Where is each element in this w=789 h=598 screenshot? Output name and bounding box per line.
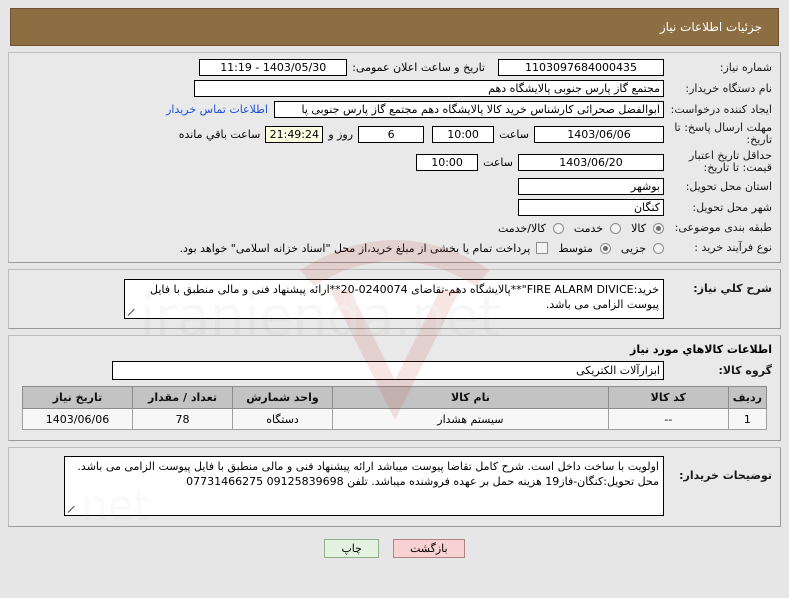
goods-section-title: اطلاعات كالاهاي مورد نياز [630, 343, 772, 356]
price-validity-date-field[interactable]: 1403/06/20 [518, 153, 664, 171]
radio-medium-icon[interactable] [599, 242, 611, 254]
row-process: نوع فرآیند خرید : جزیی متوسط پرداخت تمام… [11, 238, 778, 258]
remaining-suffix-label: ساعت باقي مانده [178, 127, 261, 141]
goods-group-label: گروه كالا: [718, 363, 772, 377]
cell-quantity: 78 [132, 408, 233, 430]
th-item-code: کد کالا [607, 386, 729, 409]
buyer-notes-label: توضيحات خريدار: [679, 469, 772, 482]
city-field[interactable]: کنگان [518, 199, 664, 216]
th-row-no: ردیف [727, 386, 768, 409]
table-row: 1 -- سیستم هشدار دستگاه 78 1403/06/06 [22, 408, 768, 430]
row-city: شهر محل تحویل: کنگان [11, 197, 778, 218]
treasury-checkbox[interactable] [536, 242, 549, 254]
print-button[interactable]: چاپ [324, 539, 379, 558]
row-province: استان محل تحویل: بوشهر [11, 176, 778, 197]
creator-field[interactable]: ابوالفضل صحرائی کارشناس خرید کالا پالایش… [274, 101, 664, 118]
cell-row-no: 1 [727, 408, 768, 430]
radio-goods-service-icon[interactable] [552, 222, 564, 234]
back-button[interactable]: بازگشت [392, 539, 465, 558]
creator-label: ایجاد کننده درخواست: [670, 102, 772, 116]
footer-buttons: بازگشت چاپ [0, 527, 789, 558]
row-price-validity: حداقل تاریخ اعتبار قیمت: تا تاریخ: 1403/… [11, 148, 778, 176]
deadline-label: مهلت ارسال پاسخ: تا تاریخ: [674, 121, 772, 146]
header-wrap: جزئیات اطلاعات نیاز [0, 0, 789, 46]
goods-group-field[interactable]: ابزارآلات الکتریکی [112, 361, 664, 380]
buyer-notes-panel: توضيحات خريدار: اولویت با ساخت داخل است.… [8, 447, 781, 527]
buyer-contact-link[interactable]: اطلاعات تماس خریدار [160, 103, 274, 116]
deadline-date-field[interactable]: 1403/06/06 [534, 125, 664, 143]
cell-need-date: 1403/06/06 [22, 408, 133, 430]
category-option-label-2: کالا/خدمت [498, 221, 546, 235]
row-creator: ایجاد کننده درخواست: ابوالفضل صحرائی کار… [11, 99, 778, 120]
row-buyer-org: نام دستگاه خریدار: مجتمع گاز پارس جنوبی … [11, 78, 778, 99]
province-field[interactable]: بوشهر [518, 178, 664, 195]
row-description: شرح كلي نياز: خرید:FIRE ALARM DIVICE"**پ… [11, 277, 778, 321]
treasury-checkbox-label: پرداخت تمام یا بخشی از مبلغ خرید،از محل … [179, 241, 531, 255]
row-deadline: مهلت ارسال پاسخ: تا تاریخ: 1403/06/06 سا… [11, 120, 778, 148]
description-label: شرح كلي نياز: [693, 282, 772, 295]
countdown-timer-field: 21:49:24 [265, 125, 324, 143]
page-header-bar: جزئیات اطلاعات نیاز [10, 8, 779, 46]
public-announce-label: تاریخ و ساعت اعلان عمومی: [352, 61, 485, 74]
row-category: طبقه بندی موضوعی: کالا خدمت کالا/خدمت [11, 218, 778, 238]
radio-minor-icon[interactable] [653, 242, 664, 254]
category-option-label-0: کالا [631, 221, 646, 235]
need-number-label: شماره نیاز: [719, 60, 772, 74]
page-root: جزئیات اطلاعات نیاز شماره نیاز: 11030976… [0, 0, 789, 598]
price-validity-time-field[interactable]: 10:00 [416, 153, 479, 171]
deadline-time-field[interactable]: 10:00 [432, 125, 495, 143]
days-word-label: روز و [328, 127, 354, 141]
process-label: نوع فرآیند خرید : [694, 241, 772, 254]
process-option-label-1: متوسط [558, 241, 593, 255]
category-radio-goods-service[interactable]: کالا/خدمت [488, 222, 564, 235]
description-textarea[interactable]: خرید:FIRE ALARM DIVICE"**پالایشگاه دهم-ت… [124, 279, 664, 319]
province-label: استان محل تحویل: [685, 179, 772, 193]
buyer-org-label: نام دستگاه خریدار: [685, 81, 772, 95]
buyer-notes-textarea[interactable]: اولویت با ساخت داخل است. شرح کامل تقاضا … [64, 456, 664, 516]
city-label: شهر محل تحویل: [692, 200, 772, 214]
th-need-date: تاریخ نیاز [22, 386, 133, 409]
goods-table: ردیف کد کالا نام کالا واحد شمارش تعداد /… [22, 386, 768, 430]
description-panel: شرح كلي نياز: خرید:FIRE ALARM DIVICE"**پ… [8, 269, 781, 329]
category-option-label-1: خدمت [573, 221, 604, 235]
table-header-row: ردیف کد کالا نام کالا واحد شمارش تعداد /… [22, 386, 768, 409]
radio-goods-icon[interactable] [653, 222, 664, 234]
cell-item-name: سیستم هشدار [332, 408, 609, 430]
row-need-number: شماره نیاز: 1103097684000435 تاریخ و ساع… [11, 57, 778, 78]
need-info-panel: شماره نیاز: 1103097684000435 تاریخ و ساع… [8, 52, 781, 263]
th-unit: واحد شمارش [232, 386, 333, 409]
radio-service-icon[interactable] [610, 222, 622, 234]
price-validity-hour-label: ساعت [483, 155, 513, 169]
th-quantity: تعداد / مقدار [132, 386, 233, 409]
deadline-hour-label: ساعت [499, 127, 529, 141]
price-validity-label: حداقل تاریخ اعتبار قیمت: تا تاریخ: [688, 149, 772, 174]
resize-grip-icon-2[interactable] [67, 505, 76, 514]
resize-grip-icon[interactable] [127, 308, 136, 317]
row-goods-group: گروه كالا: ابزارآلات الکتریکی [11, 359, 778, 382]
days-remaining-field: 6 [358, 125, 425, 143]
public-announce-field[interactable]: 1403/05/30 - 11:19 [199, 59, 348, 76]
category-label: طبقه بندی موضوعی: [674, 221, 772, 234]
cell-item-code: -- [607, 408, 729, 430]
category-radio-goods[interactable]: کالا [621, 222, 664, 235]
process-option-label-0: جزیی [620, 241, 646, 255]
page-title: جزئیات اطلاعات نیاز [659, 20, 762, 34]
category-radio-service[interactable]: خدمت [564, 221, 622, 235]
goods-panel: اطلاعات كالاهاي مورد نياز گروه كالا: ابز… [8, 335, 781, 441]
process-radio-medium[interactable]: متوسط [548, 242, 611, 255]
buyer-org-field[interactable]: مجتمع گاز پارس جنوبی پالایشگاه دهم [194, 80, 664, 97]
process-radio-minor[interactable]: جزیی [611, 242, 664, 255]
th-item-name: نام کالا [332, 386, 609, 409]
need-number-field[interactable]: 1103097684000435 [498, 59, 664, 76]
row-buyer-notes: توضيحات خريدار: اولویت با ساخت داخل است.… [11, 454, 778, 518]
cell-unit: دستگاه [232, 408, 333, 430]
